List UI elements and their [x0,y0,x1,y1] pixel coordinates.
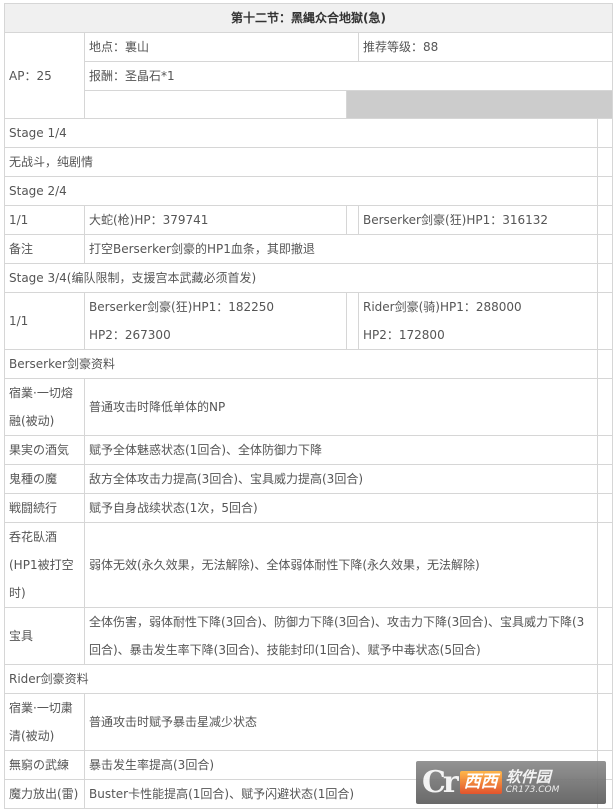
skill-name: 無窮の武練 [4,750,85,780]
edge-cell [597,205,613,235]
empty-cell [84,90,347,119]
edge-cell [597,176,613,206]
edge-cell [597,464,613,494]
stage-1-note-row: 无战斗，纯剧情 [4,147,613,177]
location: 地点：裏山 [84,32,359,62]
skill-name: 呑花臥酒(HP1被打空时) [4,522,85,608]
edge-cell [597,147,613,177]
rider-header-row: Rider剑豪资料 [4,664,613,694]
edge-cell [597,234,613,264]
skill-name: 鬼種の魔 [4,464,85,494]
skill-name: 戦闘続行 [4,493,85,523]
skill-effect: 赋予自身战续状态(1次，5回合) [84,493,598,523]
ap-cost: AP：25 [4,32,85,119]
edge-cell [597,118,613,148]
stage-2-enemy-2: Berserker剑豪(狂)HP1：316132 [358,205,598,235]
skill-name: 宝具 [4,607,85,665]
stage-2-header: Stage 2/4 [4,176,598,206]
gray-placeholder-cell [346,90,613,119]
skill-row: 戦闘続行 赋予自身战续状态(1次，5回合) [4,493,613,523]
watermark-text: 软件园 CR173.COM [505,767,560,795]
stage-2-remark: 打空Berserker剑豪的HP1血条，其即撤退 [84,234,598,264]
stage-2-remark-label: 备注 [4,234,85,264]
skill-row: 鬼種の魔 敌方全体攻击力提高(3回合)、宝具威力提高(3回合) [4,464,613,494]
stage-2-remark-row: 备注 打空Berserker剑豪的HP1血条，其即撤退 [4,234,613,264]
watermark-cr-icon: Cr [422,764,459,800]
watermark-domain: CR173.COM [505,784,560,795]
stage-3-enemy-2: Rider剑豪(骑)HP1：288000 HP2：172800 [358,292,598,350]
title-row: 第十二节：黑縄众合地獄(急) [4,3,613,33]
watermark-site: 软件园 [505,767,551,786]
skill-name: 宿業·一切粛清(被动) [4,693,85,751]
info-row-empty [5,90,613,119]
stage-3-wave: 1/1 [4,292,85,350]
skill-row: 宿業·一切熔融(被动) 普通攻击时降低单体的NP [4,378,613,436]
edge-cell [597,522,613,608]
watermark-logo: Cr 西西 软件园 CR173.COM [416,761,606,804]
spacer-cell [346,205,359,235]
skill-effect: 赋予全体魅惑状态(1回合)、全体防御力下降 [84,435,598,465]
info-row-reward: 报酬：圣晶石*1 [5,61,613,91]
edge-cell [597,292,613,350]
berserker-header: Berserker剑豪资料 [4,349,598,379]
stage-3-header-row: Stage 3/4(编队限制，支援宫本武藏必须首发) [4,263,613,293]
stage-2-enemy-1: 大蛇(枪)HP：379741 [84,205,347,235]
stage-2-wave-row: 1/1 大蛇(枪)HP：379741 Berserker剑豪(狂)HP1：316… [4,205,613,235]
edge-cell [597,693,613,751]
skill-name: 宿業·一切熔融(被动) [4,378,85,436]
edge-cell [597,378,613,436]
noble-phantasm-row: 宝具 全体伤害，弱体耐性下降(3回合)、防御力下降(3回合)、攻击力下降(3回合… [4,607,613,665]
skill-effect: 敌方全体攻击力提高(3回合)、宝具威力提高(3回合) [84,464,598,494]
recommended-level: 推荐等级：88 [358,32,613,62]
spacer-cell [346,292,359,350]
info-row-location: AP：25 地点：裏山 推荐等级：88 [4,32,613,119]
rider-header: Rider剑豪资料 [4,664,598,694]
skill-effect: 普通攻击时赋予暴击星减少状态 [84,693,598,751]
stage-1-header-row: Stage 1/4 [4,118,613,148]
stage-2-wave: 1/1 [4,205,85,235]
edge-cell [597,349,613,379]
stage-guide-table: 第十二节：黑縄众合地獄(急) AP：25 地点：裏山 推荐等级：88 报酬：圣晶… [4,3,613,809]
skill-effect: 普通攻击时降低单体的NP [84,378,598,436]
stage-3-header: Stage 3/4(编队限制，支援宫本武藏必须首发) [4,263,598,293]
skill-row: 宿業·一切粛清(被动) 普通攻击时赋予暴击星减少状态 [4,693,613,751]
edge-cell [597,493,613,523]
edge-cell [597,607,613,665]
stage-3-wave-row: 1/1 Berserker剑豪(狂)HP1：182250 HP2：267300 … [4,292,613,350]
stage-1-note: 无战斗，纯剧情 [4,147,598,177]
reward: 报酬：圣晶石*1 [84,61,613,91]
skill-name: 果実の酒気 [4,435,85,465]
stage-1-header: Stage 1/4 [4,118,598,148]
edge-cell [597,664,613,694]
edge-cell [597,263,613,293]
watermark-brand: 西西 [459,771,502,794]
skill-row: 呑花臥酒(HP1被打空时) 弱体无效(永久效果，无法解除)、全体弱体耐性下降(永… [4,522,613,608]
page-title: 第十二节：黑縄众合地獄(急) [4,3,613,33]
skill-effect: 弱体无效(永久效果，无法解除)、全体弱体耐性下降(永久效果，无法解除) [84,522,598,608]
skill-effect: 全体伤害，弱体耐性下降(3回合)、防御力下降(3回合)、攻击力下降(3回合)、宝… [84,607,598,665]
berserker-header-row: Berserker剑豪资料 [4,349,613,379]
skill-name: 魔力放出(雷) [4,779,85,809]
stage-2-header-row: Stage 2/4 [4,176,613,206]
edge-cell [597,435,613,465]
skill-row: 果実の酒気 赋予全体魅惑状态(1回合)、全体防御力下降 [4,435,613,465]
stage-3-enemy-1: Berserker剑豪(狂)HP1：182250 HP2：267300 [84,292,347,350]
